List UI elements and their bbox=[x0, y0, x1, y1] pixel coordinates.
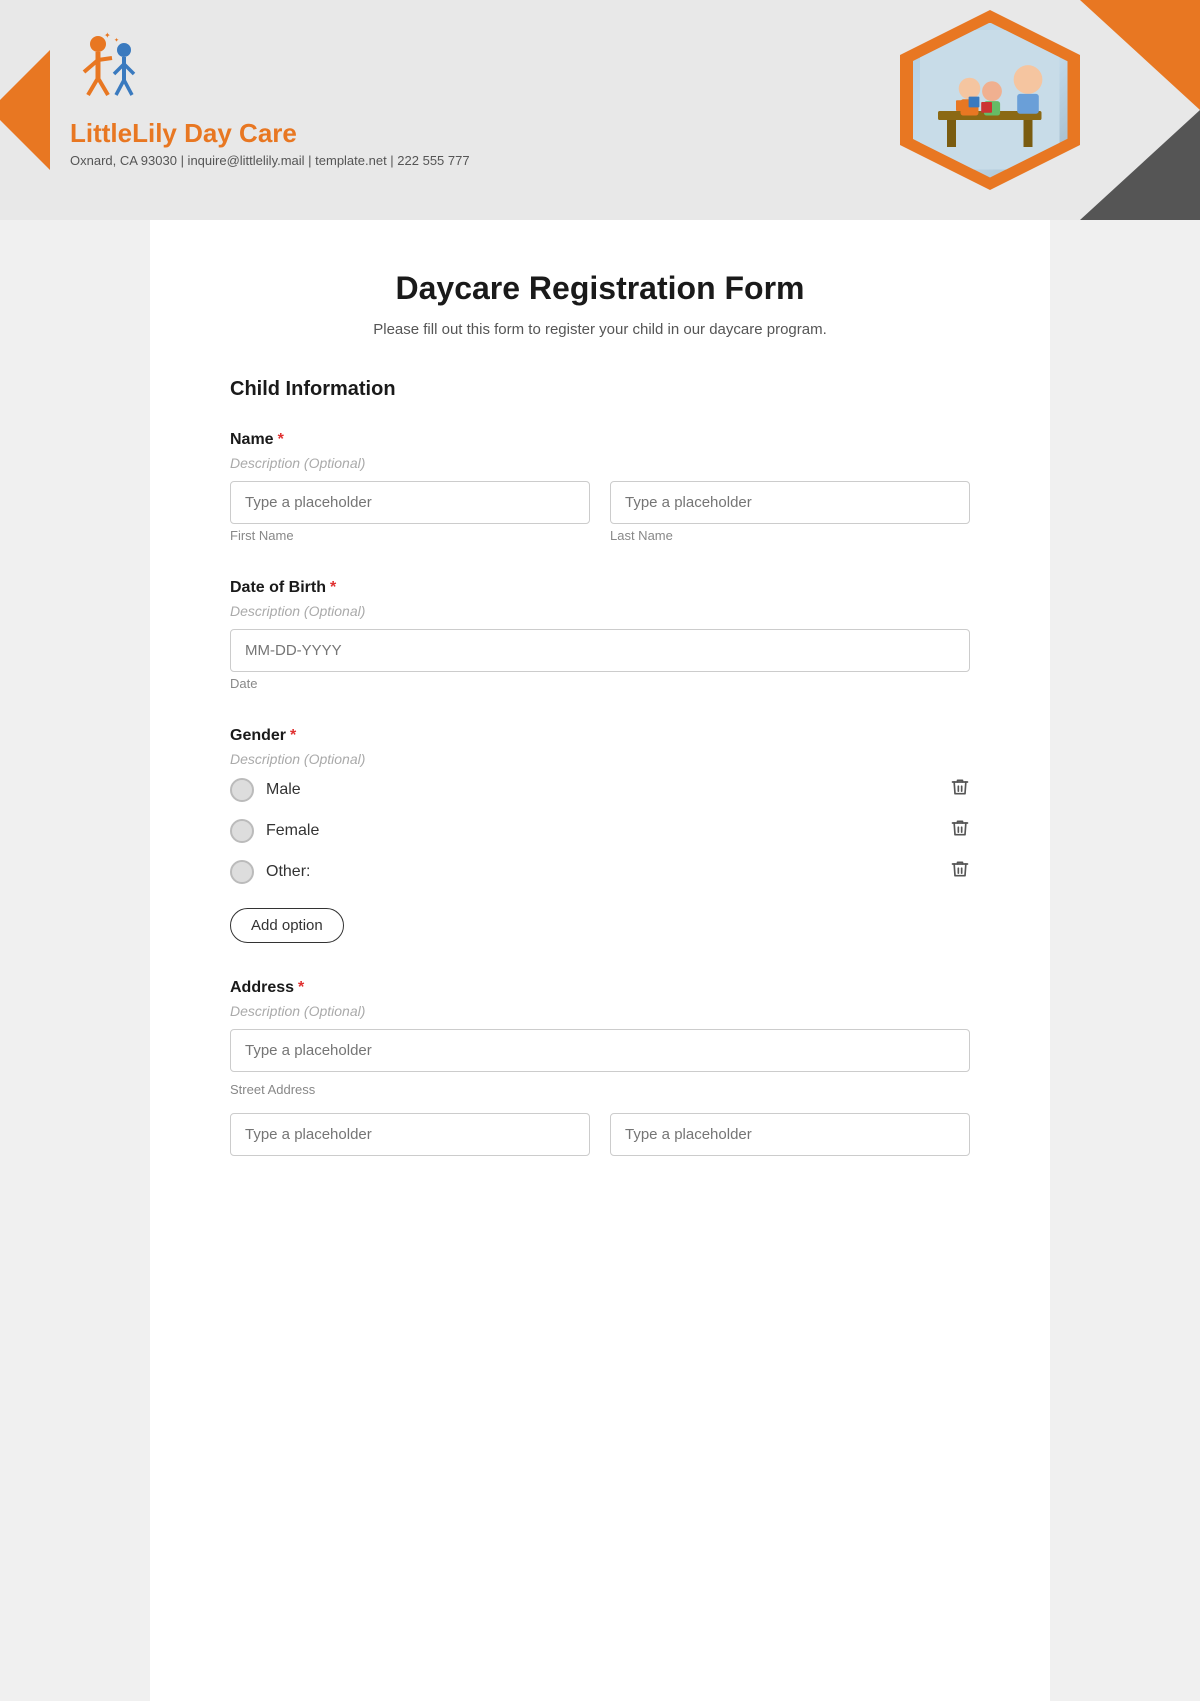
first-name-container: First Name bbox=[230, 481, 590, 543]
right-arrow-bottom bbox=[1080, 110, 1200, 220]
address-label: Address * bbox=[230, 979, 970, 997]
name-label: Name * bbox=[230, 431, 970, 449]
last-name-input[interactable] bbox=[610, 481, 970, 524]
add-option-button[interactable]: Add option bbox=[230, 908, 344, 943]
delete-male-icon[interactable] bbox=[950, 777, 970, 802]
street-address-sublabel: Street Address bbox=[230, 1082, 970, 1097]
street-address-input[interactable] bbox=[230, 1029, 970, 1072]
logo-title: LittleLily Day Care bbox=[70, 118, 470, 149]
gender-option-male[interactable]: Male bbox=[230, 777, 970, 802]
dob-field-group: Date of Birth * Description (Optional) D… bbox=[230, 579, 970, 691]
radio-other[interactable] bbox=[230, 860, 254, 884]
radio-female[interactable] bbox=[230, 819, 254, 843]
name-field-group: Name * Description (Optional) First Name… bbox=[230, 431, 970, 543]
header-right-decoration bbox=[780, 0, 1200, 220]
dob-description: Description (Optional) bbox=[230, 603, 970, 619]
delete-female-icon[interactable] bbox=[950, 818, 970, 843]
gender-option-other[interactable]: Other: bbox=[230, 859, 970, 884]
logo-icon: ✦ ✦ bbox=[70, 30, 150, 110]
child-information-heading: Child Information bbox=[230, 378, 970, 401]
form-subtitle: Please fill out this form to register yo… bbox=[230, 321, 970, 338]
gender-field-group: Gender * Description (Optional) Male Fem… bbox=[230, 727, 970, 943]
city-container bbox=[230, 1113, 590, 1156]
city-input[interactable] bbox=[230, 1113, 590, 1156]
svg-text:✦: ✦ bbox=[114, 37, 119, 44]
hex-image-container bbox=[900, 10, 1080, 190]
radio-male[interactable] bbox=[230, 778, 254, 802]
gender-female-label: Female bbox=[266, 822, 950, 840]
classroom-image bbox=[913, 23, 1068, 178]
state-input[interactable] bbox=[610, 1113, 970, 1156]
dob-required-star: * bbox=[330, 579, 336, 597]
gender-other-label: Other: bbox=[266, 863, 950, 881]
address-required-star: * bbox=[298, 979, 304, 997]
main-content: Daycare Registration Form Please fill ou… bbox=[150, 220, 1050, 1701]
name-inputs-row: First Name Last Name bbox=[230, 481, 970, 543]
hex-inner bbox=[913, 23, 1068, 178]
address-description: Description (Optional) bbox=[230, 1003, 970, 1019]
name-description: Description (Optional) bbox=[230, 455, 970, 471]
svg-text:✦: ✦ bbox=[104, 31, 111, 40]
name-required-star: * bbox=[278, 431, 284, 449]
delete-other-icon[interactable] bbox=[950, 859, 970, 884]
state-container bbox=[610, 1113, 970, 1156]
dob-input[interactable] bbox=[230, 629, 970, 672]
address-field-group: Address * Description (Optional) Street … bbox=[230, 979, 970, 1156]
dob-sublabel: Date bbox=[230, 676, 970, 691]
gender-label: Gender * bbox=[230, 727, 970, 745]
gender-required-star: * bbox=[290, 727, 296, 745]
gender-option-female[interactable]: Female bbox=[230, 818, 970, 843]
form-title: Daycare Registration Form bbox=[230, 270, 970, 307]
dob-label: Date of Birth * bbox=[230, 579, 970, 597]
first-name-sublabel: First Name bbox=[230, 528, 590, 543]
gender-description: Description (Optional) bbox=[230, 751, 970, 767]
address-city-state-row bbox=[230, 1113, 970, 1156]
logo-area: ✦ ✦ LittleLily Day Care Oxnard, CA 93030… bbox=[70, 30, 470, 168]
header: ✦ ✦ LittleLily Day Care Oxnard, CA 93030… bbox=[0, 0, 1200, 220]
last-name-sublabel: Last Name bbox=[610, 528, 970, 543]
first-name-input[interactable] bbox=[230, 481, 590, 524]
right-arrow-top bbox=[1080, 0, 1200, 110]
last-name-container: Last Name bbox=[610, 481, 970, 543]
gender-male-label: Male bbox=[266, 781, 950, 799]
logo-subtitle: Oxnard, CA 93030 | inquire@littlelily.ma… bbox=[70, 153, 470, 168]
left-arrow-decoration bbox=[0, 50, 50, 170]
